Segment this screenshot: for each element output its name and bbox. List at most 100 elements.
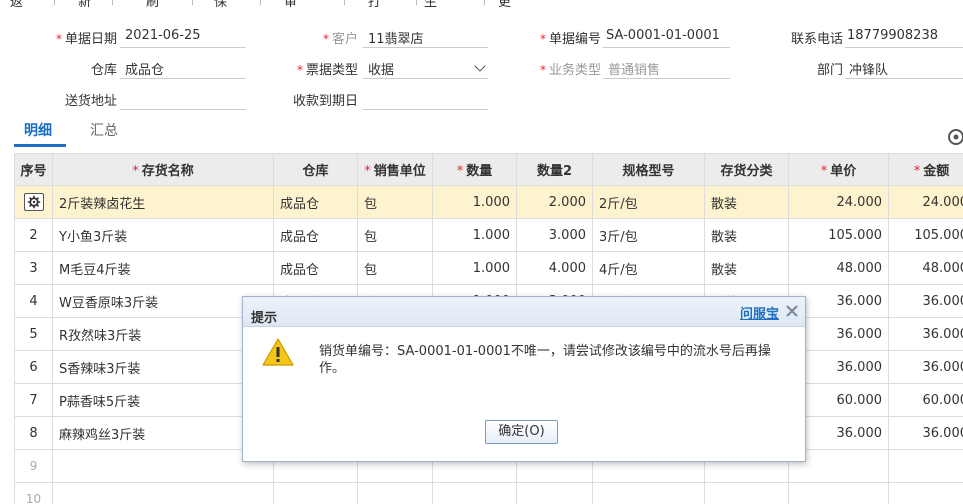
cell-quantity[interactable]: 1.000 [432, 185, 517, 219]
cell-spec[interactable] [592, 482, 705, 504]
cell-sales-unit[interactable] [357, 482, 433, 504]
biztype-underline [603, 78, 730, 79]
document-icon[interactable] [923, 0, 953, 5]
cell-category[interactable]: 散装 [704, 185, 789, 219]
cell-category[interactable]: 散装 [704, 251, 789, 285]
toolbar-item-audit[interactable]: 审 [284, 0, 297, 10]
toolbar-item-back[interactable]: 返 [10, 0, 23, 10]
table-row[interactable]: 10 [14, 482, 963, 504]
cell-amount[interactable]: 36.000 [888, 317, 963, 351]
toolbar-item-save[interactable]: 保 [214, 0, 227, 10]
cell-item-name[interactable]: Y小鱼3斤装 [52, 218, 274, 252]
date-underline [120, 47, 246, 48]
table-row[interactable]: 3M毛豆4斤装成品仓包1.0004.0004斤/包散装48.00048.000 [14, 251, 963, 285]
cell-item-name[interactable]: P蒜香味5斤装 [52, 383, 274, 417]
address-underline [120, 109, 246, 110]
cell-amount[interactable]: 24.000 [888, 185, 963, 219]
cell-warehouse[interactable]: 成品仓 [273, 185, 358, 219]
table-row[interactable]: 2斤装辣卤花生成品仓包1.0002.0002斤/包散装24.00024.000 [14, 185, 963, 219]
col-header-quantity2[interactable]: 数量2 [516, 153, 593, 186]
cell-warehouse[interactable]: 成品仓 [273, 218, 358, 252]
col-header-quantity[interactable]: * 数量 [432, 153, 517, 186]
cell-warehouse[interactable] [273, 482, 358, 504]
biztype-field: * 业务类型 普通销售 [500, 55, 735, 79]
cell-item-name[interactable]: W豆香原味3斤装 [52, 284, 274, 318]
dept-input[interactable]: 冲锋队 [849, 59, 888, 78]
cell-amount[interactable]: 36.000 [888, 416, 963, 450]
cell-sales-unit[interactable]: 包 [357, 218, 433, 252]
cell-amount[interactable]: 105.000 [888, 218, 963, 252]
col-header-amount[interactable]: * 金额 [888, 153, 963, 186]
cell-quantity[interactable] [432, 482, 517, 504]
cell-amount[interactable]: 60.000 [888, 383, 963, 417]
col-header-spec[interactable]: 规格型号 [592, 153, 705, 186]
cell-category[interactable]: 散装 [704, 218, 789, 252]
dialog-message: 销货单编号：SA-0001-01-0001不唯一，请尝试修改该编号中的流水号后再… [319, 344, 771, 376]
cell-sales-unit[interactable]: 包 [357, 251, 433, 285]
cell-quantity2[interactable]: 3.000 [516, 218, 593, 252]
cell-amount[interactable]: 48.000 [888, 251, 963, 285]
cell-amount[interactable]: 36.000 [888, 284, 963, 318]
table-row[interactable]: 2 Y小鱼3斤装 成品仓包 1.000 3.000 3斤/包 散装 105.000 105.00… [14, 218, 963, 252]
cell-unit-price[interactable] [788, 482, 889, 504]
warehouse-field: 仓库 成品仓 [0, 55, 250, 79]
phone-underline [845, 47, 963, 48]
toolbar-separator [112, 0, 113, 5]
toolbar-item-generate[interactable]: 生 [424, 0, 437, 10]
tab-summary[interactable]: 汇总 [90, 120, 118, 140]
cell-spec[interactable]: 2斤/包 [592, 185, 705, 219]
customer-input[interactable]: 11翡翠店 [368, 28, 424, 47]
toolbar-item-new[interactable]: 新 [78, 0, 91, 10]
cell-sales-unit[interactable]: 包 [357, 185, 433, 219]
cell-amount[interactable] [888, 482, 963, 504]
col-header-sales-unit[interactable]: * 销售单位 [357, 153, 433, 186]
warehouse-label: 仓库 [90, 63, 117, 78]
cell-unit-price[interactable]: 105.000 [788, 218, 889, 252]
cell-item-name[interactable]: S香辣味3斤装 [52, 350, 274, 384]
dialog-title-bar[interactable]: 提示 问服宝 [243, 297, 805, 327]
toolbar-item-print[interactable]: 打 [368, 0, 381, 10]
col-header-item-name[interactable]: * 存货名称 [52, 153, 274, 186]
biztype-input: 普通销售 [608, 63, 661, 78]
phone-input[interactable]: 18779908238 [847, 28, 938, 43]
chevron-down-icon[interactable] [474, 60, 486, 72]
col-header-unit-price[interactable]: * 单价 [788, 153, 889, 186]
col-header-category[interactable]: 存货分类 [704, 153, 789, 186]
toolbar-item-refresh[interactable]: 刷 [146, 0, 159, 10]
cell-item-name[interactable] [52, 449, 274, 483]
column-settings-icon[interactable] [947, 128, 963, 146]
invoice-type-label: * 票据类型 [296, 63, 358, 78]
phone-field: 联系电话 18779908238 [750, 24, 963, 48]
cell-item-name[interactable]: M毛豆4斤装 [52, 251, 274, 285]
tab-detail[interactable]: 明细 [24, 120, 52, 140]
toolbar-item-more[interactable]: 更 [498, 0, 511, 10]
dept-field: 部门 冲锋队 [750, 55, 963, 79]
invoice-type-select[interactable]: 收据 [368, 59, 394, 78]
customer-underline [363, 47, 488, 48]
cell-quantity2[interactable] [516, 482, 593, 504]
cell-spec[interactable]: 4斤/包 [592, 251, 705, 285]
docno-input[interactable]: SA-0001-01-0001 [606, 28, 720, 43]
cell-quantity2[interactable]: 4.000 [516, 251, 593, 285]
cell-unit-price[interactable]: 48.000 [788, 251, 889, 285]
cell-quantity[interactable]: 1.000 [432, 251, 517, 285]
cell-warehouse[interactable]: 成品仓 [273, 251, 358, 285]
cell-item-name[interactable] [52, 482, 274, 504]
row-settings-icon[interactable] [23, 193, 44, 211]
cell-quantity[interactable]: 1.000 [432, 218, 517, 252]
cell-item-name[interactable]: 麻辣鸡丝3斤装 [52, 416, 274, 450]
cell-quantity2[interactable]: 2.000 [516, 185, 593, 219]
dialog-help-link[interactable]: 问服宝 [740, 303, 779, 322]
date-input[interactable]: 2021-06-25 [125, 28, 201, 43]
warehouse-input[interactable]: 成品仓 [125, 59, 164, 78]
cell-amount[interactable]: 36.000 [888, 350, 963, 384]
cell-unit-price[interactable]: 24.000 [788, 185, 889, 219]
cell-item-name[interactable]: R孜然味3斤装 [52, 317, 274, 351]
cell-item-name[interactable]: 2斤装辣卤花生 [52, 185, 274, 219]
cell-spec[interactable]: 3斤/包 [592, 218, 705, 252]
ok-button[interactable]: 确定(O) [485, 420, 558, 444]
close-icon[interactable] [785, 304, 799, 318]
col-header-warehouse[interactable]: 仓库 [273, 153, 358, 186]
cell-category[interactable] [704, 482, 789, 504]
cell-amount[interactable] [888, 449, 963, 483]
